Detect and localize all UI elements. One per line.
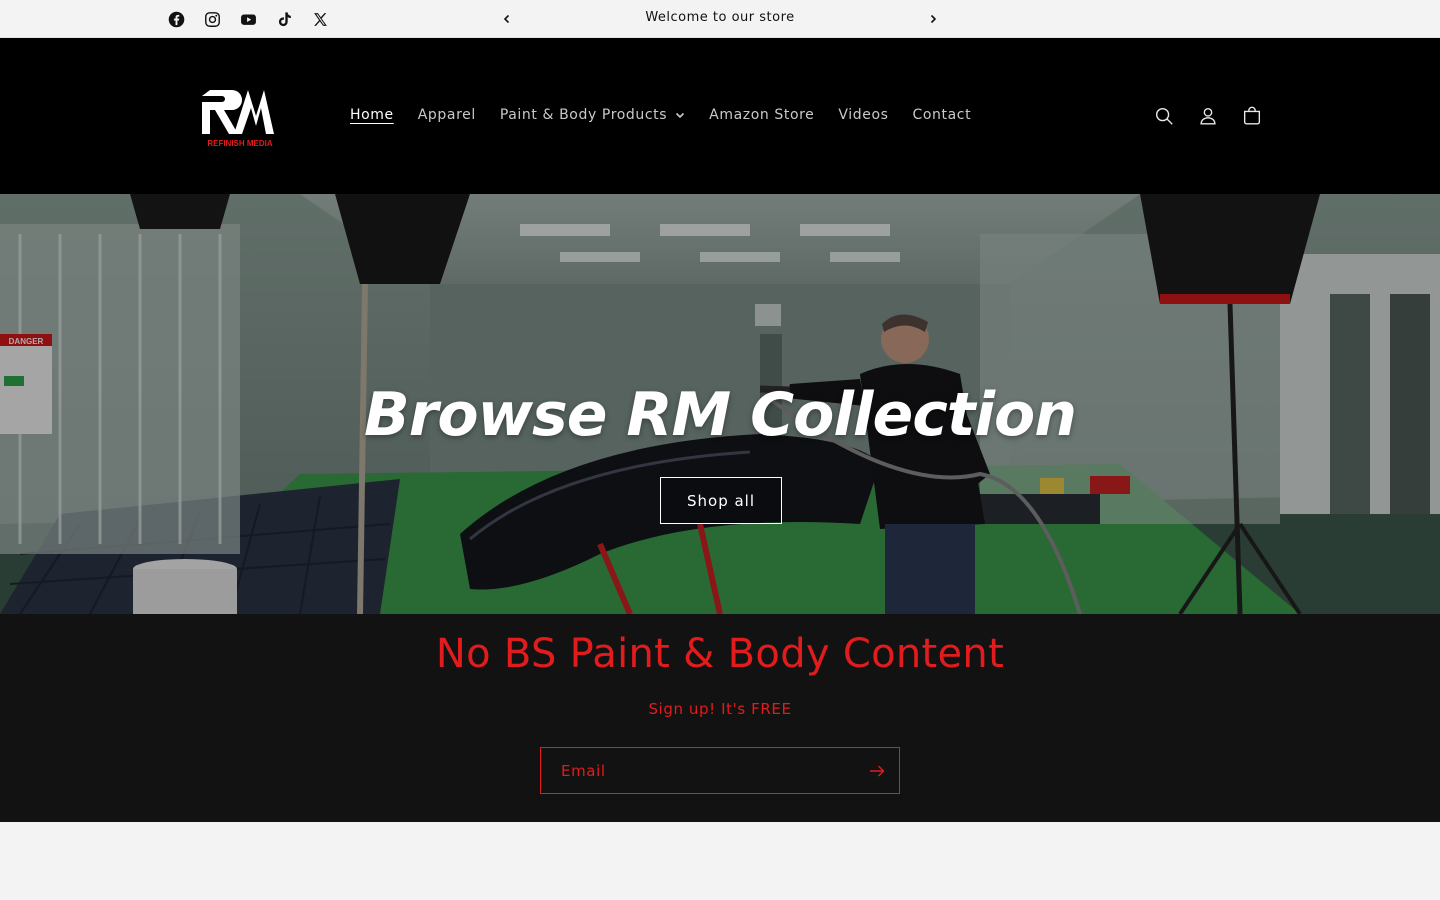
site-header: REFINISH MEDIA Home Apparel Paint & Body… (0, 38, 1440, 194)
nav-paint-body-label: Paint & Body Products (499, 107, 668, 123)
main-nav: Home Apparel Paint & Body Products Amazo… (338, 100, 983, 130)
nav-amazon-store[interactable]: Amazon Store (697, 100, 826, 130)
chevron-left-icon (503, 14, 510, 24)
nav-home-label: Home (350, 107, 394, 123)
chevron-right-icon (930, 14, 937, 24)
hero-title: Browse RM Collection (364, 380, 1077, 450)
tiktok-icon[interactable] (266, 0, 302, 38)
arrow-right-icon (870, 765, 885, 776)
nav-videos-label: Videos (838, 107, 889, 123)
logo-tagline: REFINISH MEDIA (207, 139, 273, 148)
nav-contact[interactable]: Contact (901, 100, 984, 130)
nav-videos[interactable]: Videos (826, 100, 900, 130)
cart-icon (1243, 106, 1261, 125)
nav-contact-label: Contact (912, 107, 972, 123)
chevron-down-icon (676, 112, 685, 119)
search-icon (1155, 107, 1173, 125)
instagram-icon[interactable] (194, 0, 230, 38)
x-twitter-icon[interactable] (302, 0, 338, 38)
nav-paint-body-products[interactable]: Paint & Body Products (488, 100, 697, 130)
newsletter-section: No BS Paint & Body Content Sign up! It's… (0, 614, 1440, 822)
search-button[interactable] (1142, 94, 1186, 138)
announcement-text: Welcome to our store (645, 10, 795, 25)
shop-all-button[interactable]: Shop all (660, 477, 782, 524)
nav-amazon-label: Amazon Store (709, 107, 815, 123)
newsletter-subtitle: Sign up! It's FREE (648, 700, 792, 718)
youtube-icon[interactable] (230, 0, 266, 38)
newsletter-title: No BS Paint & Body Content (435, 631, 1005, 677)
social-links (158, 0, 338, 38)
announcement-prev-button[interactable] (493, 0, 521, 38)
cart-button[interactable] (1230, 94, 1274, 138)
hero-banner: DANGER Browse RM Collection Shop all (0, 194, 1440, 614)
account-button[interactable] (1186, 94, 1230, 138)
announcement-next-button[interactable] (919, 0, 947, 38)
nav-apparel[interactable]: Apparel (406, 100, 488, 130)
nav-home[interactable]: Home (338, 100, 406, 130)
email-input[interactable] (541, 748, 855, 793)
announcement-bar: Welcome to our store (0, 0, 1440, 38)
nav-apparel-label: Apparel (417, 107, 476, 123)
site-logo[interactable]: REFINISH MEDIA (196, 78, 284, 154)
account-icon (1200, 107, 1216, 125)
newsletter-submit-button[interactable] (855, 748, 899, 793)
next-section (0, 822, 1440, 900)
facebook-icon[interactable] (158, 0, 194, 38)
newsletter-form (540, 747, 900, 794)
refinish-media-logo: REFINISH MEDIA (202, 90, 274, 148)
header-icons (1142, 94, 1274, 138)
